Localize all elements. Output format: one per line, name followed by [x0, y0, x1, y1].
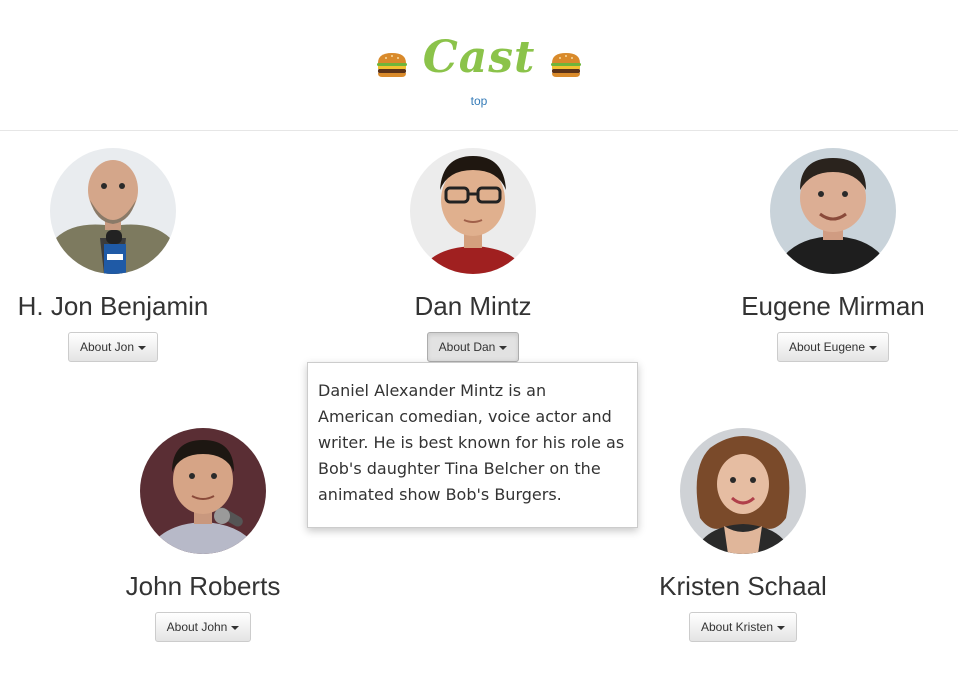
caret-down-icon	[499, 345, 508, 350]
cast-card-kristen: Kristen Schaal About Kristen	[643, 428, 843, 642]
button-label: About Kristen	[700, 620, 774, 634]
cast-card-john: John Roberts About John	[103, 428, 303, 642]
avatar-jon	[50, 148, 176, 274]
title-row: Cast	[0, 30, 958, 86]
cast-name: H. Jon Benjamin	[17, 291, 209, 321]
button-label: About Jon	[79, 340, 135, 354]
caret-down-icon	[777, 625, 786, 630]
about-jon-button[interactable]: About Jon	[67, 332, 159, 362]
page-header: Cast top	[0, 0, 958, 131]
about-dan-popover: Daniel Alexander Mintz is an American co…	[307, 362, 638, 528]
cast-card-dan: Dan Mintz About Dan	[373, 148, 573, 362]
about-john-button[interactable]: About John	[154, 612, 252, 642]
cast-name: Dan Mintz	[414, 291, 532, 321]
avatar-kristen	[680, 428, 806, 554]
burger-icon	[551, 53, 582, 77]
button-label: About Eugene	[788, 340, 866, 354]
about-eugene-button[interactable]: About Eugene	[776, 332, 890, 362]
cast-name: John Roberts	[125, 571, 281, 601]
button-label: About John	[166, 620, 228, 634]
avatar-dan	[410, 148, 536, 274]
caret-down-icon	[138, 345, 147, 350]
page-title: Cast	[422, 32, 536, 83]
burger-icon	[376, 53, 407, 77]
avatar-john	[140, 428, 266, 554]
caret-down-icon	[231, 625, 240, 630]
top-link[interactable]: top	[0, 94, 958, 108]
about-dan-button[interactable]: About Dan	[426, 332, 520, 362]
avatar-eugene	[770, 148, 896, 274]
about-kristen-button[interactable]: About Kristen	[688, 612, 798, 642]
cast-card-eugene: Eugene Mirman About Eugene	[733, 148, 933, 362]
cast-name: Eugene Mirman	[741, 291, 925, 321]
cast-card-jon: H. Jon Benjamin About Jon	[13, 148, 213, 362]
button-label: About Dan	[438, 340, 496, 354]
cast-name: Kristen Schaal	[659, 571, 827, 601]
caret-down-icon	[869, 345, 878, 350]
